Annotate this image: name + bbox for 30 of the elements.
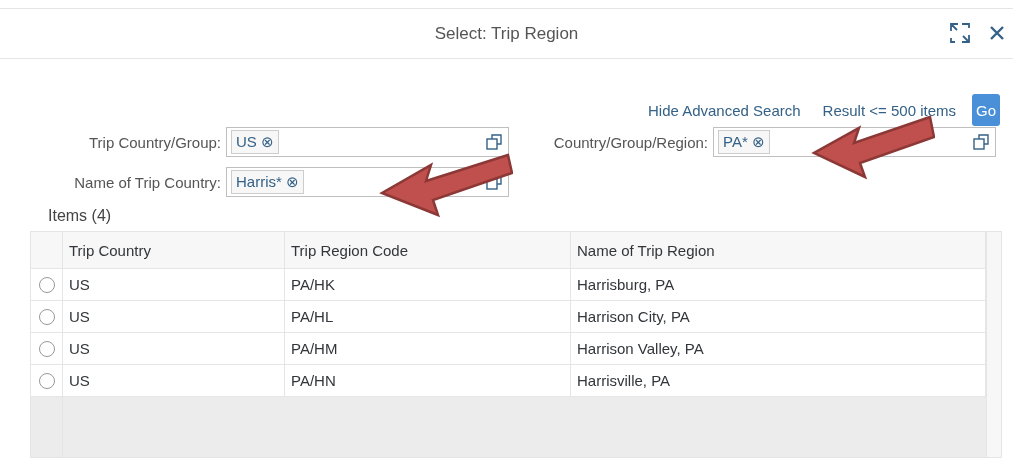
table-cell: PA/HN <box>285 365 571 396</box>
radio-button[interactable] <box>38 276 55 293</box>
hide-advanced-search-link[interactable]: Hide Advanced Search <box>647 101 801 119</box>
input-field[interactable]: US ⊗ <box>226 127 509 157</box>
radio-button[interactable] <box>38 372 55 389</box>
filter-label: Trip Country/Group: <box>88 133 222 151</box>
go-button[interactable]: Go <box>972 94 1000 126</box>
token[interactable]: Harris* ⊗ <box>231 170 304 194</box>
close-icon[interactable] <box>989 25 1005 41</box>
table-cell: PA/HK <box>285 269 571 300</box>
table-cell: US <box>63 269 285 300</box>
filter-label: Name of Trip Country: <box>73 173 222 191</box>
table-cell: US <box>63 333 285 364</box>
column-header: Trip Country <box>63 232 285 268</box>
table-cell: PA/HM <box>285 333 571 364</box>
table-cell: PA/HL <box>285 301 571 332</box>
table-title: Items (4) <box>48 207 113 226</box>
dialog-title: Select: Trip Region <box>434 23 579 44</box>
radio-button[interactable] <box>38 340 55 357</box>
token[interactable]: US ⊗ <box>231 130 279 154</box>
result-limit-link[interactable]: Result <= 500 items <box>822 101 956 119</box>
radio-button[interactable] <box>38 308 55 325</box>
table-cell: US <box>63 301 285 332</box>
token[interactable]: PA* ⊗ <box>718 130 770 154</box>
column-header: Trip Region Code <box>285 232 571 268</box>
value-help-icon[interactable] <box>486 134 502 150</box>
filter-label: Country/Group/Region: <box>552 133 709 151</box>
table-cell: US <box>63 365 285 396</box>
value-help-icon[interactable] <box>973 134 989 150</box>
resize-icon[interactable] <box>949 22 971 44</box>
